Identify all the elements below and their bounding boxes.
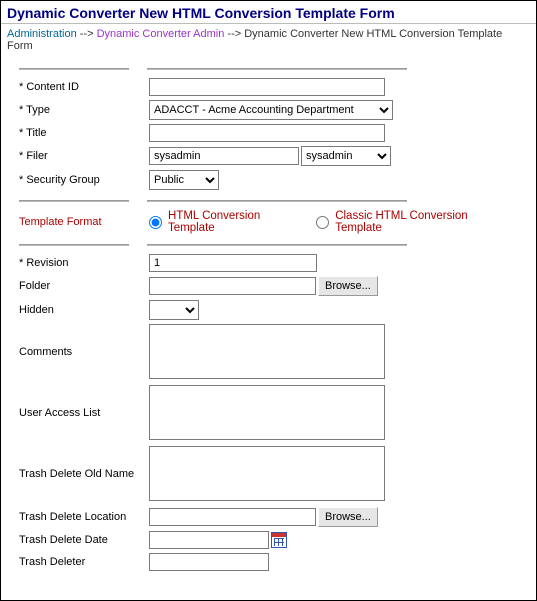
label-content-id: * Content ID (19, 81, 149, 93)
security-group-select[interactable]: Public (149, 170, 219, 190)
label-user-access-list: User Access List (19, 407, 149, 419)
breadcrumb-dynamic-converter-admin-link[interactable]: Dynamic Converter Admin (97, 28, 225, 40)
content-id-field[interactable] (149, 78, 385, 96)
label-trash-delete-date: Trash Delete Date (19, 534, 149, 546)
section-divider (19, 68, 518, 70)
label-revision: * Revision (19, 257, 149, 269)
section-divider (19, 244, 518, 246)
label-filer: * Filer (19, 150, 149, 162)
classic-html-conversion-template-radio-label[interactable]: Classic HTML Conversion Template (335, 210, 510, 234)
comments-textarea[interactable] (149, 324, 385, 379)
folder-field[interactable] (149, 277, 316, 295)
filer-select[interactable]: sysadmin (301, 146, 391, 166)
title-field[interactable] (149, 124, 385, 142)
folder-browse-button[interactable]: Browse... (318, 276, 378, 296)
type-select[interactable]: ADACCT - Acme Accounting Department (149, 100, 393, 120)
hidden-select[interactable] (149, 300, 199, 320)
label-security-group: * Security Group (19, 174, 149, 186)
trash-delete-location-browse-button[interactable]: Browse... (318, 507, 378, 527)
html-conversion-template-radio-label[interactable]: HTML Conversion Template (168, 210, 304, 234)
label-trash-delete-location: Trash Delete Location (19, 511, 149, 523)
page-title: Dynamic Converter New HTML Conversion Te… (1, 1, 536, 24)
label-folder: Folder (19, 280, 149, 292)
filer-text-field[interactable] (149, 147, 299, 165)
label-comments: Comments (19, 346, 149, 358)
user-access-list-textarea[interactable] (149, 385, 385, 440)
trash-delete-location-field[interactable] (149, 508, 316, 526)
label-title: * Title (19, 127, 149, 139)
label-hidden: Hidden (19, 304, 149, 316)
breadcrumb-sep: --> (80, 28, 97, 40)
label-trash-deleter: Trash Deleter (19, 556, 149, 568)
label-trash-delete-old-name: Trash Delete Old Name (19, 468, 149, 480)
label-type: * Type (19, 104, 149, 116)
classic-html-conversion-template-radio[interactable] (316, 216, 329, 229)
breadcrumb-administration-link[interactable]: Administration (7, 28, 77, 40)
trash-delete-date-field[interactable] (149, 531, 269, 549)
calendar-icon[interactable] (271, 532, 287, 548)
breadcrumb: Administration --> Dynamic Converter Adm… (1, 24, 536, 58)
section-divider (19, 200, 518, 202)
trash-delete-old-name-textarea[interactable] (149, 446, 385, 501)
label-template-format: Template Format (19, 216, 149, 228)
trash-deleter-field[interactable] (149, 553, 269, 571)
breadcrumb-sep: --> (227, 28, 244, 40)
revision-field[interactable] (149, 254, 317, 272)
html-conversion-template-radio[interactable] (149, 216, 162, 229)
